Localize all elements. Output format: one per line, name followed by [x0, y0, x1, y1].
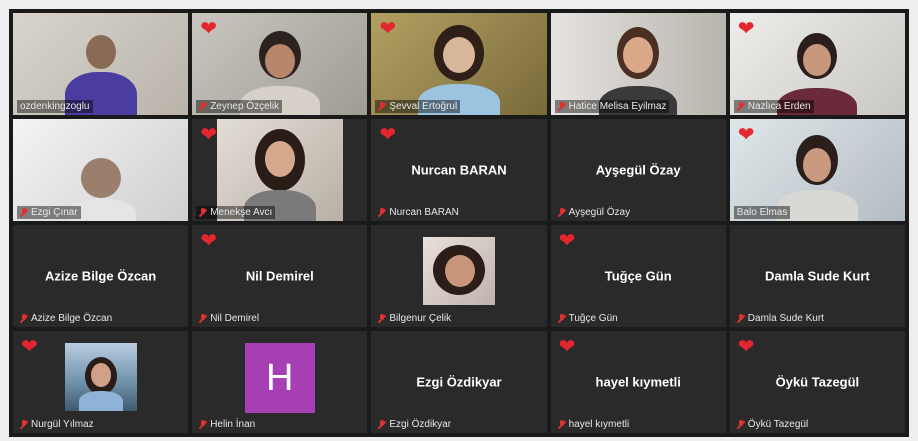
meeting-window: ozdenkingzoglu ❤ Zeynep Özçelik ❤ Şevval… — [0, 0, 918, 441]
participant-tile[interactable]: Ezgi Özdikyar Ezgi Özdikyar — [371, 331, 547, 433]
participant-tile[interactable]: Tuğçe Gün ❤ Tuğçe Gün — [550, 225, 726, 327]
participant-name-label: ozdenkingzoglu — [17, 100, 93, 113]
participant-tile[interactable]: ❤ Zeynep Özçelik — [192, 13, 368, 115]
heart-reaction-icon: ❤ — [737, 336, 755, 358]
muted-mic-icon — [378, 313, 386, 324]
participant-name-label: Tuğçe Gün — [555, 312, 621, 325]
profile-photo — [422, 236, 495, 305]
heart-reaction-icon: ❤ — [558, 230, 576, 252]
muted-mic-icon — [558, 313, 566, 324]
heart-reaction-icon: ❤ — [200, 18, 217, 40]
participant-name-label: Ezgi Çınar — [17, 206, 81, 219]
participant-display-name: Nil Demirel — [245, 268, 314, 284]
participant-tile[interactable]: Ayşegül Özay Ayşegül Özay — [550, 119, 726, 221]
muted-mic-icon — [20, 207, 28, 218]
participant-tile[interactable]: Azize Bilge Özcan Azize Bilge Özcan — [13, 225, 189, 327]
heart-reaction-icon: ❤ — [379, 124, 397, 146]
participant-display-name: Azize Bilge Özcan — [44, 268, 157, 284]
participant-display-name: Ayşegül Özay — [595, 162, 681, 178]
participant-tile[interactable]: hayel kıymetli ❤ hayel kıymetli — [550, 331, 726, 433]
participant-display-name: Öykü Tazegül — [775, 374, 860, 390]
participant-tile[interactable]: Nil Demirel ❤ Nil Demirel — [192, 225, 368, 327]
muted-mic-icon — [558, 101, 566, 112]
participant-name-label: Öykü Tazegül — [734, 418, 811, 431]
heart-reaction-icon: ❤ — [379, 18, 397, 40]
muted-mic-icon — [199, 313, 207, 324]
muted-mic-icon — [199, 419, 207, 430]
participant-name-label: Şevval Ertoğrul — [375, 100, 461, 113]
muted-mic-icon — [737, 101, 745, 112]
participant-name-label: Balo Elmas — [733, 206, 791, 219]
participant-tile[interactable]: Ezgi Çınar — [13, 119, 189, 221]
avatar: H — [244, 342, 315, 413]
participant-tile[interactable]: Damla Sude Kurt Damla Sude Kurt — [729, 225, 905, 327]
muted-mic-icon — [199, 207, 207, 218]
participant-tile[interactable]: Hatice Melisa Eyilmaz — [550, 13, 726, 115]
heart-reaction-icon: ❤ — [737, 124, 755, 146]
participant-name-label: Menekşe Avcı — [196, 206, 276, 219]
participant-tile[interactable]: H Helin İnan — [192, 331, 368, 433]
participant-name-label: Hatice Melisa Eyilmaz — [554, 100, 670, 113]
muted-mic-icon — [737, 313, 745, 324]
profile-photo — [64, 342, 137, 411]
heart-reaction-icon: ❤ — [200, 124, 217, 146]
muted-mic-icon — [558, 419, 566, 430]
muted-mic-icon — [20, 313, 28, 324]
muted-mic-icon — [199, 101, 207, 112]
participant-tile[interactable]: ❤ Menekşe Avcı — [192, 119, 368, 221]
participant-tile[interactable]: Nurcan BARAN ❤ Nurcan BARAN — [371, 119, 547, 221]
participant-name-label: Nurcan BARAN — [375, 206, 461, 219]
participant-tile[interactable]: ❤ Nazlıca Erden — [729, 13, 905, 115]
participant-tile[interactable]: ❤ Şevval Ertoğrul — [371, 13, 547, 115]
participant-name-label: Nil Demirel — [196, 312, 262, 325]
participant-tile[interactable]: ❤ Balo Elmas — [729, 119, 905, 221]
participant-name-label: Ayşegül Özay — [555, 206, 634, 219]
participant-name-label: Nazlıca Erden — [733, 100, 814, 113]
participant-tile[interactable]: Bilgenur Çelik — [371, 225, 547, 327]
muted-mic-icon — [737, 419, 745, 430]
participant-name-label: Nurgül Yılmaz — [17, 418, 97, 431]
heart-reaction-icon: ❤ — [21, 336, 38, 358]
heart-reaction-icon: ❤ — [737, 18, 755, 40]
participant-name-label: Bilgenur Çelik — [375, 312, 454, 325]
gallery-grid: ozdenkingzoglu ❤ Zeynep Özçelik ❤ Şevval… — [9, 9, 909, 437]
participant-tile[interactable]: ❤ Nurgül Yılmaz — [13, 331, 189, 433]
participant-display-name: hayel kıymetli — [595, 374, 681, 390]
muted-mic-icon — [20, 419, 28, 430]
muted-mic-icon — [378, 419, 386, 430]
heart-reaction-icon: ❤ — [558, 336, 576, 358]
participant-name-label: hayel kıymetli — [555, 418, 633, 431]
participant-name-label: Azize Bilge Özcan — [17, 312, 115, 325]
participant-name-label: Zeynep Özçelik — [196, 100, 283, 113]
participant-display-name: Ezgi Özdikyar — [416, 374, 502, 390]
participant-name-label: Damla Sude Kurt — [734, 312, 827, 325]
participant-name-label: Helin İnan — [196, 418, 258, 431]
heart-reaction-icon: ❤ — [200, 230, 217, 252]
muted-mic-icon — [378, 101, 386, 112]
muted-mic-icon — [558, 207, 566, 218]
participant-tile[interactable]: Öykü Tazegül ❤ Öykü Tazegül — [729, 331, 905, 433]
participant-name-label: Ezgi Özdikyar — [375, 418, 454, 431]
participant-display-name: Damla Sude Kurt — [765, 268, 870, 284]
participant-display-name: Tuğçe Gün — [604, 268, 672, 284]
participant-display-name: Nurcan BARAN — [411, 162, 507, 178]
muted-mic-icon — [378, 207, 386, 218]
participant-tile[interactable]: ozdenkingzoglu — [13, 13, 189, 115]
